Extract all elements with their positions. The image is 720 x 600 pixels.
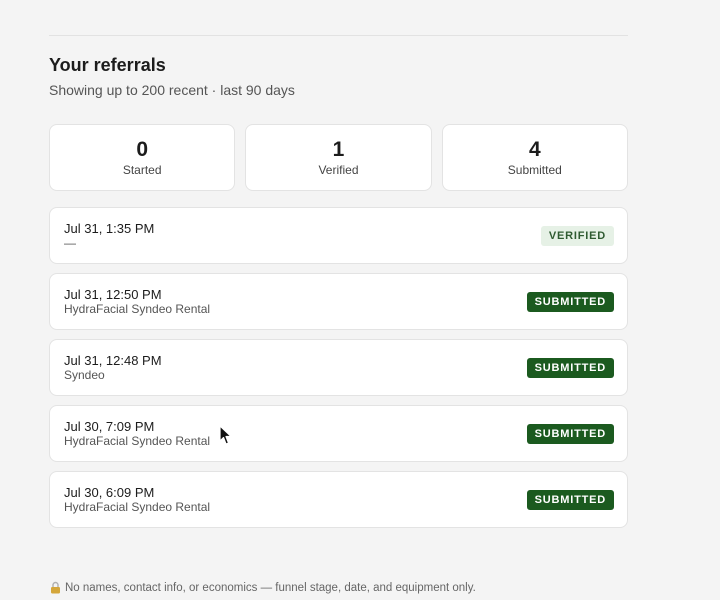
referral-date: Jul 30, 7:09 PM [64,419,155,434]
status-badge: SUBMITTED [526,357,614,378]
status-badge: VERIFIED [540,225,614,246]
referral-date: Jul 31, 1:35 PM [64,221,155,236]
referral-equipment: HydraFacial Syndeo Rental [64,434,211,448]
stat-value: 4 [528,138,541,161]
referral-row[interactable]: Jul 30, 7:09 PM HydraFacial Syndeo Renta… [49,405,628,462]
stat-value: 1 [332,138,345,161]
referral-date: Jul 31, 12:50 PM [64,287,162,302]
stat-label: Started [122,163,162,177]
privacy-note-text: No names, contact info, or economics — f… [65,581,476,594]
referral-row[interactable]: Jul 30, 6:09 PM HydraFacial Syndeo Renta… [49,471,628,528]
privacy-note: No names, contact info, or economics — f… [50,581,476,594]
referrals-page: Your referrals Showing up to 200 recent … [0,0,720,600]
referral-date: Jul 30, 6:09 PM [64,485,155,500]
referral-equipment: — [64,236,76,250]
referral-equipment: HydraFacial Syndeo Rental [64,302,211,316]
referral-equipment: Syndeo [64,368,105,382]
stat-card-submitted: 4 Submitted [441,124,628,191]
referral-date: Jul 31, 12:48 PM [64,353,162,368]
stats-summary: 0 Started 1 Verified 4 Submitted [49,124,628,191]
referral-row[interactable]: Jul 31, 1:35 PM — VERIFIED [49,207,628,264]
status-badge: SUBMITTED [526,423,614,444]
page-subtitle: Showing up to 200 recent · last 90 days [49,82,295,98]
referral-list: Jul 31, 1:35 PM — VERIFIED Jul 31, 12:50… [49,207,628,537]
top-divider [49,35,628,36]
mouse-cursor-icon [219,425,233,446]
page-title: Your referrals [49,55,166,75]
stat-card-verified: 1 Verified [245,124,432,191]
stat-label: Submitted [507,163,562,177]
stat-card-started: 0 Started [49,124,236,191]
lock-icon [50,581,61,594]
referral-row[interactable]: Jul 31, 12:50 PM HydraFacial Syndeo Rent… [49,273,628,330]
stat-value: 0 [136,138,148,161]
status-badge: SUBMITTED [526,291,614,312]
status-badge: SUBMITTED [526,489,614,510]
referral-row[interactable]: Jul 31, 12:48 PM Syndeo SUBMITTED [49,339,628,396]
referral-equipment: HydraFacial Syndeo Rental [64,500,211,514]
stat-label: Verified [318,163,359,177]
